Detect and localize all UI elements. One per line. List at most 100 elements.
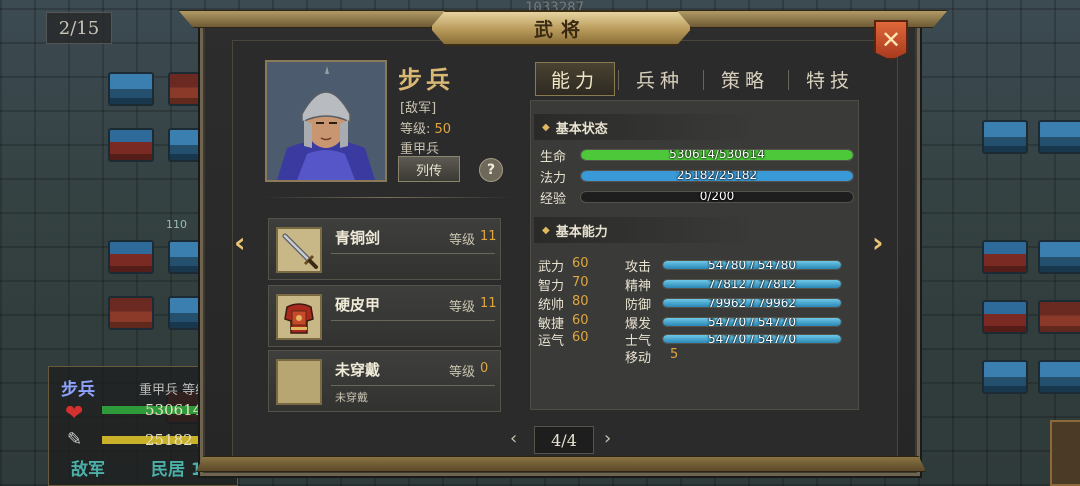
help-button[interactable]: ? [479, 158, 503, 182]
status-bar: 25182/25182 [580, 170, 854, 182]
side-menu-button[interactable] [1050, 420, 1080, 486]
status-bar: 0/200 [580, 191, 854, 203]
unit-name: 步兵 [61, 380, 95, 400]
empty-slot-icon [276, 359, 322, 405]
equip-name: 青铜剑 [335, 229, 381, 247]
tab-special-skill[interactable]: 特技 [790, 62, 870, 96]
equip-divider [331, 385, 495, 386]
equip-divider [331, 320, 495, 321]
attribute-value: 80 [572, 294, 589, 309]
attribute-value: 70 [572, 275, 589, 290]
stats-panel [530, 100, 859, 410]
attribute-value: 60 [572, 256, 589, 271]
section-title: 基本能力 [555, 224, 608, 240]
combat-stat-value: 79962 / 79962 [707, 298, 797, 308]
tab-separator [788, 70, 789, 90]
combat-stat-bar: 54780 / 54780 [662, 260, 842, 270]
feather-icon: ✎ [67, 429, 83, 450]
equip-name: 硬皮甲 [335, 296, 381, 314]
attribute-label: 统帅 [538, 298, 565, 313]
map-building [108, 72, 154, 106]
combat-stat-label: 攻击 [625, 260, 652, 275]
close-button[interactable]: ✕ [874, 20, 908, 60]
character-portrait [265, 60, 387, 182]
map-building [108, 240, 154, 274]
character-name: 步兵 [398, 65, 454, 94]
attribute-value: 60 [572, 330, 589, 345]
tab-ability[interactable]: 能力 [535, 62, 615, 96]
equip-subtext: 未穿戴 [335, 391, 368, 404]
equip-level: 0 [480, 361, 489, 376]
next-general-arrow-icon[interactable]: › [872, 226, 884, 259]
equip-divider [331, 253, 495, 254]
unit-mp-value: 25182 / [145, 431, 203, 449]
page-indicator: 4/4 [534, 426, 594, 454]
map-building [1038, 300, 1080, 334]
map-building [1038, 120, 1080, 154]
turn-counter: 2/15 [46, 12, 112, 44]
combat-stat-bar: 79962 / 79962 [662, 298, 842, 308]
combat-stat-value: 54780 / 54780 [707, 260, 797, 270]
map-building [1038, 240, 1080, 274]
equip-slot-armor[interactable]: 硬皮甲 等级 11 [268, 285, 501, 347]
move-value: 5 [670, 347, 679, 362]
map-building [982, 240, 1028, 274]
unit-terrain: 民居 1 [151, 460, 203, 480]
status-bar-value: 530614/530614 [669, 149, 765, 161]
combat-stat-label: 防御 [625, 298, 652, 313]
level-value: 50 [434, 122, 452, 137]
basic-ability-heading: ◆ 基本能力 [534, 217, 854, 243]
tab-separator [618, 70, 619, 90]
level-label: 等级: [400, 122, 431, 137]
combat-stat-value: 77812 / 77812 [707, 279, 797, 289]
equip-level: 11 [480, 229, 497, 244]
status-label: 法力 [540, 171, 567, 186]
map-building [1038, 360, 1080, 394]
status-label: 经验 [540, 192, 567, 207]
diamond-bullet-icon: ◆ [542, 224, 550, 236]
combat-stat-bar: 54770 / 54770 [662, 334, 842, 344]
attribute-label: 运气 [538, 334, 565, 349]
equip-level-label: 等级 [449, 365, 476, 380]
combat-stat-value: 54770 / 54770 [707, 334, 797, 344]
map-building [982, 360, 1028, 394]
tab-troop-type[interactable]: 兵种 [620, 62, 700, 96]
status-bar-value: 0/200 [699, 191, 735, 203]
dialog-title: 武将 [533, 18, 588, 41]
soldier-portrait-icon [267, 62, 385, 180]
heart-icon: ❤ [65, 401, 84, 426]
map-building [108, 296, 154, 330]
basic-status-heading: ◆ 基本状态 [534, 114, 854, 140]
character-faction: [敌军] [400, 101, 437, 116]
pager-prev-button[interactable]: ‹ [510, 428, 517, 449]
equip-slot-weapon[interactable]: 青铜剑 等级 11 [268, 218, 501, 280]
move-label: 移动 [625, 351, 652, 366]
prev-general-arrow-icon[interactable]: ‹ [234, 226, 246, 259]
status-bar-value: 25182/25182 [676, 170, 758, 182]
status-label: 生命 [540, 150, 567, 165]
map-building [982, 120, 1028, 154]
status-bar: 530614/530614 [580, 149, 854, 161]
dialog-title-plate: 武将 [430, 10, 692, 46]
unit-faction: 敌军 [71, 460, 105, 480]
character-class: 重甲兵 [400, 142, 440, 157]
pager-next-button[interactable]: › [604, 428, 611, 449]
map-building [108, 128, 154, 162]
combat-stat-label: 精神 [625, 279, 652, 294]
dialog-bottom-rail [196, 456, 926, 472]
sword-icon [276, 227, 322, 273]
biography-button[interactable]: 列传 [398, 156, 460, 182]
combat-stat-bar: 77812 / 77812 [662, 279, 842, 289]
armor-icon [276, 294, 322, 340]
equip-level-label: 等级 [449, 233, 476, 248]
tab-strategy[interactable]: 策略 [705, 62, 785, 96]
divider [262, 197, 512, 198]
equip-name: 未穿戴 [335, 361, 381, 379]
equip-slot-accessory[interactable]: 未穿戴 等级 0 未穿戴 [268, 350, 501, 412]
map-tile-number: 110 [166, 218, 187, 231]
combat-stat-bar: 54770 / 54770 [662, 317, 842, 327]
close-x-icon: ✕ [880, 26, 902, 54]
equip-level: 11 [480, 296, 497, 311]
attribute-label: 智力 [538, 279, 565, 294]
map-building [982, 300, 1028, 334]
